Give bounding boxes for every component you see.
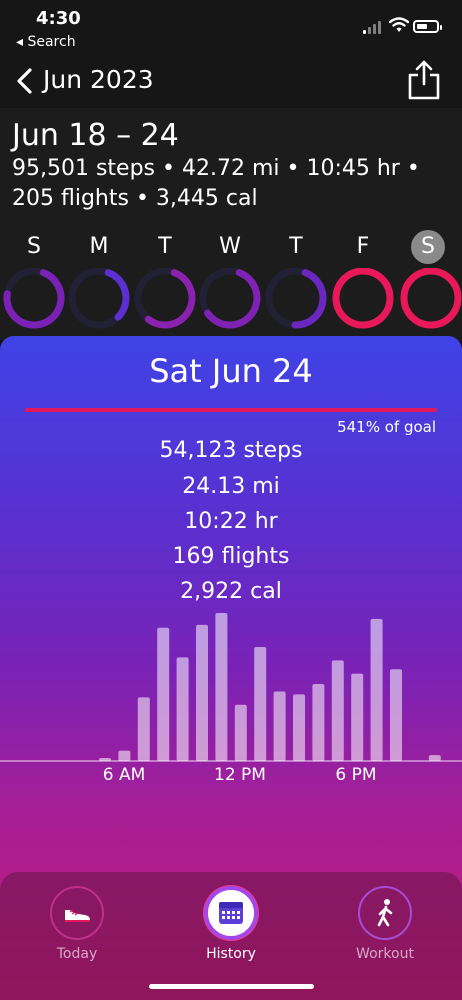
tab-history[interactable]: History — [176, 886, 286, 976]
flights-stat: 169 flights — [172, 544, 290, 569]
daily-progress-rings — [3, 268, 462, 329]
hour-bar-18 — [351, 673, 364, 761]
hour-bar-11 — [215, 613, 228, 761]
ring-progress-wed[interactable] — [204, 269, 261, 329]
ring-progress-sat[interactable] — [400, 268, 462, 329]
tab-history-ring — [204, 886, 258, 940]
distance-stat: 24.13 mi — [182, 474, 280, 499]
hourly-steps-chart: 6 AM 12 PM 6 PM — [0, 613, 462, 785]
tab-workout-label: Workout — [356, 946, 414, 962]
hour-bar-15 — [293, 694, 305, 761]
day-title: Sat Jun 24 — [149, 352, 313, 390]
back-to-app-link[interactable]: ◂ Search — [16, 34, 76, 50]
hour-bar-10 — [196, 624, 208, 761]
day-label-tue[interactable]: T — [145, 234, 185, 259]
duration-stat: 10:22 hr — [184, 509, 278, 534]
share-icon[interactable] — [404, 58, 444, 102]
hour-bar-17 — [331, 660, 344, 761]
day-label-sun[interactable]: S — [14, 234, 54, 259]
home-indicator — [149, 984, 314, 989]
day-label-sat-selected[interactable]: S — [411, 230, 445, 264]
status-bar: 4:30 ◂ Search — [0, 0, 462, 56]
tab-today-ring — [50, 886, 104, 940]
goal-progress-bar — [25, 408, 437, 412]
day-label-fri[interactable]: F — [343, 234, 383, 259]
hour-bar-20 — [390, 669, 402, 761]
tab-bar: Today History Workout — [0, 872, 462, 1000]
x-tick-label: 12 PM — [214, 765, 266, 785]
tab-today-label: Today — [56, 946, 98, 962]
sneaker-icon — [65, 909, 90, 922]
hour-bar-8 — [157, 627, 170, 761]
week-title: Jun 18 – 24 — [12, 118, 179, 153]
tab-workout-ring — [358, 886, 412, 940]
hour-bar-12 — [234, 704, 247, 761]
hour-bar-19 — [370, 618, 383, 761]
cellular-signal-icon — [363, 20, 383, 34]
ring-progress-thu[interactable] — [291, 269, 327, 329]
ring-progress-mon[interactable] — [104, 269, 130, 321]
hour-bar-16 — [312, 684, 325, 761]
tab-history-label: History — [206, 946, 256, 962]
nav-bar: Jun 2023 — [0, 56, 462, 108]
calendar-icon — [219, 902, 243, 924]
hour-bar-6 — [118, 750, 131, 761]
day-label-wed[interactable]: W — [210, 234, 250, 259]
ring-progress-tue[interactable] — [144, 269, 196, 329]
day-label-mon[interactable]: M — [79, 234, 119, 259]
tab-today[interactable]: Today — [22, 886, 132, 976]
x-tick-label: 6 AM — [103, 765, 146, 785]
hour-bar-7 — [137, 697, 150, 761]
week-stats-line-2: 205 flights • 3,445 cal — [12, 186, 258, 211]
wifi-icon — [389, 17, 409, 32]
hour-bar-22 — [428, 755, 441, 761]
ring-progress-fri[interactable] — [332, 268, 394, 329]
week-summary: Jun 18 – 24 95,501 steps • 42.72 mi • 10… — [0, 108, 462, 340]
steps-stat: 54,123 steps — [159, 438, 303, 463]
tab-workout[interactable]: Workout — [330, 886, 440, 976]
back-chevron-icon[interactable] — [10, 64, 44, 98]
day-label-thu[interactable]: T — [276, 234, 316, 259]
status-time: 4:30 — [36, 8, 81, 29]
goal-percent-label: 541% of goal — [337, 418, 436, 436]
hour-bar-14 — [273, 691, 286, 761]
hour-bar-13 — [254, 647, 267, 761]
page-title[interactable]: Jun 2023 — [43, 65, 154, 94]
battery-icon — [413, 20, 442, 33]
week-stats-line-1: 95,501 steps • 42.72 mi • 10:45 hr • — [12, 156, 420, 181]
x-tick-label: 6 PM — [335, 765, 376, 785]
hour-bar-9 — [176, 657, 189, 761]
walking-person-icon — [377, 899, 393, 927]
